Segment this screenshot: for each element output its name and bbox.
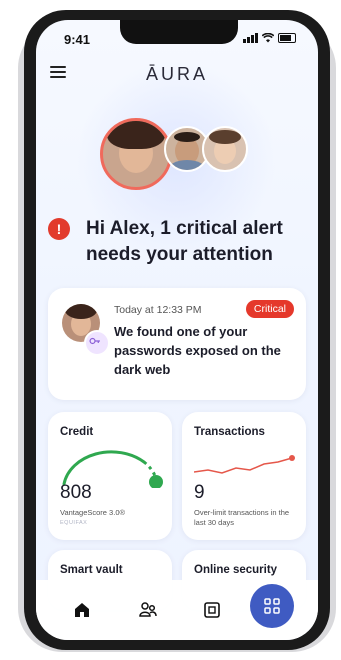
credit-title: Credit [60,426,94,438]
vault-icon[interactable] [202,600,222,620]
cellular-signal-icon [243,33,258,43]
app-screen: 9:41 ĀURA ! Hi Alex, 1 critical alert ne… [36,20,318,640]
online-security-title: Online security [194,564,278,576]
battery-icon [278,33,296,43]
avatar-primary[interactable] [100,118,172,190]
alert-card[interactable]: Today at 12:33 PM Critical We found one … [48,288,306,400]
password-key-icon [84,330,110,356]
smart-vault-title: Smart vault [60,564,123,576]
alert-message: We found one of your passwords exposed o… [114,324,281,377]
apps-icon [264,598,280,614]
family-icon[interactable] [138,600,158,620]
status-time: 9:41 [64,32,91,47]
alert-headline: Hi Alex, 1 critical alert needs your att… [86,218,283,265]
home-icon[interactable] [72,600,92,620]
credit-score-model: VantageScore 3.0® [60,508,126,517]
critical-alert-icon: ! [48,218,70,240]
credit-score: 808 [60,482,92,503]
transactions-tile[interactable]: Transactions 9 Over-limit transactions i… [182,412,306,540]
device-notch [120,20,238,44]
avatar-family-member[interactable] [202,126,248,172]
transactions-title: Transactions [194,426,265,438]
alert-timestamp: Today at 12:33 PM [114,304,202,316]
wifi-icon [262,33,274,43]
status-icons [243,33,296,43]
transactions-description: Over-limit transactions in the last 30 d… [194,508,290,527]
apps-button[interactable] [250,584,294,628]
brand-logo: ĀURA [145,64,208,84]
credit-provider: EQUIFAX [60,520,88,526]
credit-tile[interactable]: Credit 808 VantageScore 3.0® EQUIFAX [48,412,172,540]
transactions-count: 9 [194,482,205,503]
critical-badge: Critical [245,300,294,318]
transactions-trend-icon [194,455,295,474]
